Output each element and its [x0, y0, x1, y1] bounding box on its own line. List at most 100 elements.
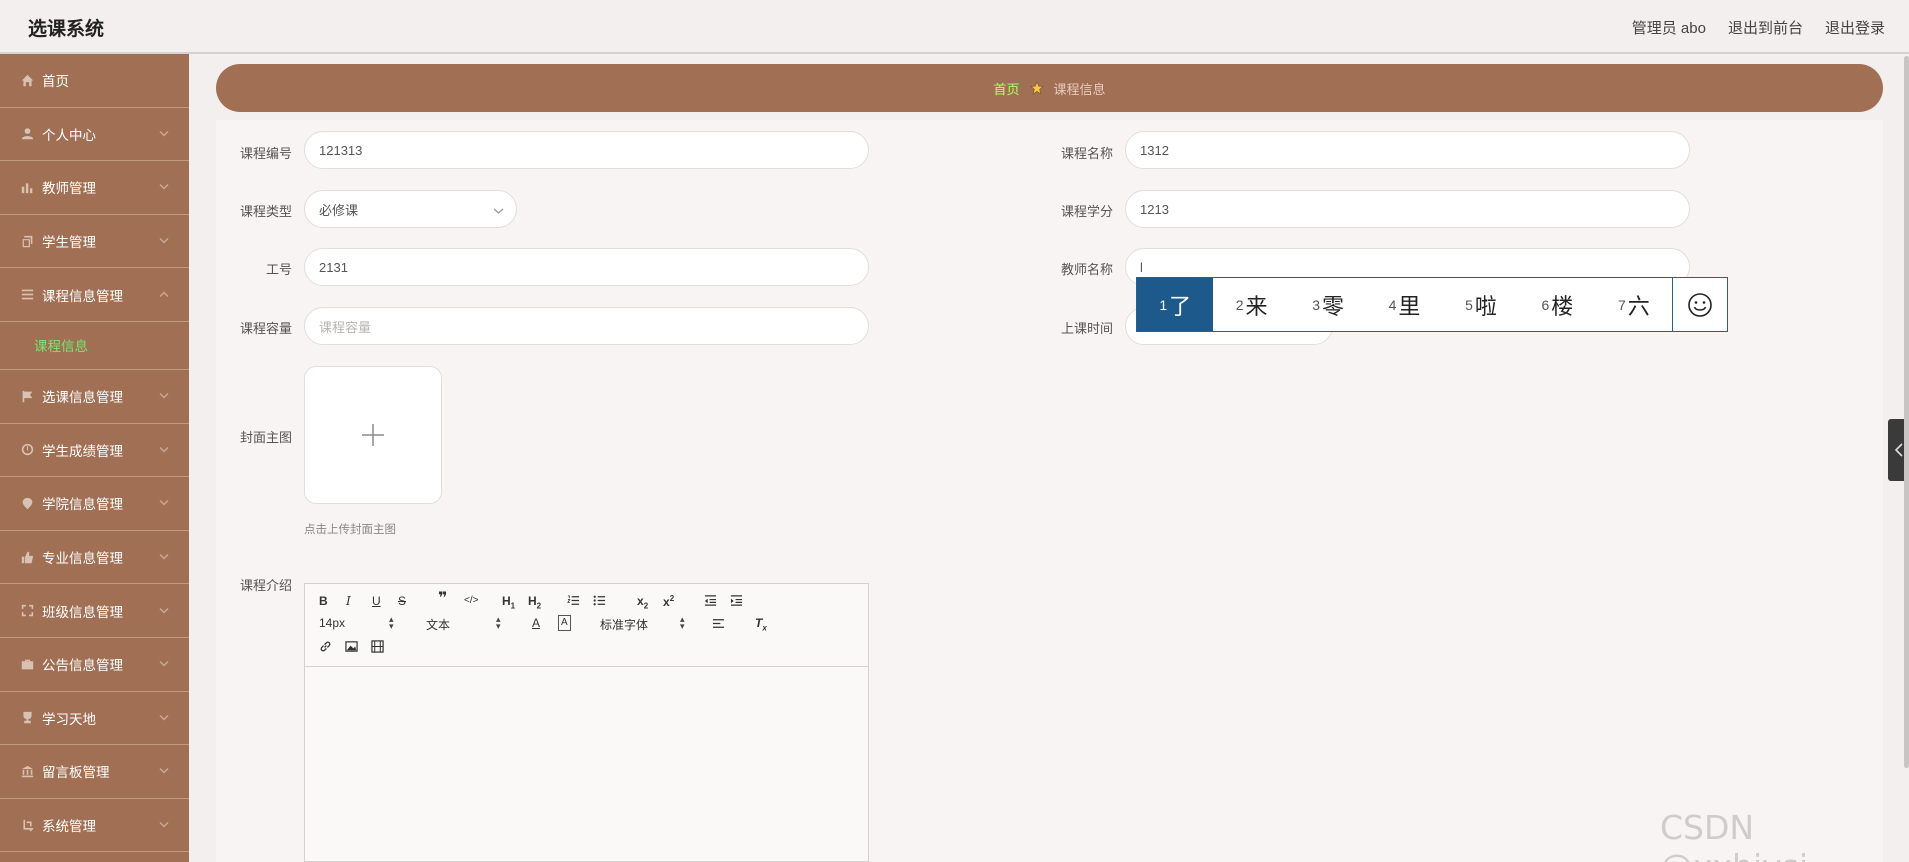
class-time-label: 上课时间	[1060, 321, 1113, 336]
bold-icon[interactable]: B	[319, 594, 328, 608]
heading2-icon[interactable]: H2	[528, 594, 541, 613]
sidebar-item-teacher-management[interactable]: 教师管理	[0, 161, 189, 215]
location-icon	[20, 496, 34, 510]
emoji-icon[interactable]	[1672, 278, 1727, 331]
font-family-value: 标准字体	[600, 618, 649, 632]
admin-user-label[interactable]: 管理员 abo	[1632, 17, 1706, 38]
sidebar-item-label: 班级信息管理	[42, 604, 123, 620]
course-name-label: 课程名称	[1060, 146, 1113, 161]
font-size-select[interactable]: 14px ▴ ▾	[319, 614, 399, 631]
sidebar-item-selection-management[interactable]: 选课信息管理	[0, 370, 189, 424]
font-size-value: 14px	[319, 616, 346, 630]
copy-icon	[20, 234, 34, 248]
sidebar-item-label: 课程信息管理	[42, 288, 123, 304]
sidebar-subitem-course-info[interactable]: 课程信息	[0, 322, 189, 370]
sidebar-item-college-management[interactable]: 学院信息管理	[0, 477, 189, 531]
cover-upload-button[interactable]	[304, 366, 442, 504]
indent-icon[interactable]	[730, 594, 743, 610]
course-type-label: 课程类型	[239, 204, 292, 219]
flag-icon	[20, 389, 34, 403]
sidebar-item-label: 首页	[42, 74, 69, 90]
course-type-select[interactable]: 必修课	[304, 190, 517, 228]
sidebar-item-label: 教师管理	[42, 181, 96, 197]
italic-icon[interactable]: I	[346, 594, 351, 608]
top-bar: 选课系统 管理员 abo 退出到前台 退出登录	[0, 0, 1909, 54]
background-color-icon[interactable]: A	[558, 615, 571, 631]
bullet-list-icon[interactable]	[593, 594, 606, 610]
sidebar-item-message-board[interactable]: 留言板管理	[0, 745, 189, 799]
ime-candidate[interactable]: 4里	[1366, 278, 1442, 331]
block-type-select[interactable]: 文本 ▴ ▾	[426, 615, 506, 633]
thumb-icon	[20, 550, 34, 564]
link-icon[interactable]	[319, 640, 332, 656]
quote-icon[interactable]: ❞	[438, 591, 447, 607]
editor-toolbar: B I U S ❞ </> H1 H2 x2 x2 14px ▴ ▾ 文本 ▴ ▾ …	[305, 584, 868, 667]
sidebar-item-student-management[interactable]: 学生管理	[0, 215, 189, 269]
clear-format-icon[interactable]: Tx	[755, 616, 767, 635]
superscript-icon[interactable]: x2	[663, 592, 674, 609]
capacity-input[interactable]: 课程容量	[304, 307, 869, 345]
chevron-down-icon	[159, 389, 169, 404]
font-color-icon[interactable]: A	[532, 616, 540, 630]
heading1-icon[interactable]: H1	[502, 594, 515, 613]
updown-icon: ▴ ▾	[389, 614, 394, 631]
logout-link[interactable]: 退出登录	[1825, 17, 1885, 38]
star-icon	[1029, 81, 1044, 95]
sidebar-item-major-management[interactable]: 专业信息管理	[0, 531, 189, 585]
course-name-input[interactable]: 1312	[1125, 131, 1690, 169]
top-actions: 管理员 abo 退出到前台 退出登录	[1632, 17, 1885, 38]
sidebar-item-label: 选课信息管理	[42, 390, 123, 406]
updown-icon: ▴ ▾	[680, 614, 685, 631]
sidebar-item-class-management[interactable]: 班级信息管理	[0, 584, 189, 638]
sidebar-item-personal-center[interactable]: 个人中心	[0, 108, 189, 162]
teacher-no-label: 工号	[265, 262, 292, 277]
video-icon[interactable]	[371, 640, 384, 656]
breadcrumb: 首页 课程信息	[216, 64, 1883, 112]
capacity-label: 课程容量	[239, 321, 292, 336]
briefcase-icon	[20, 657, 34, 671]
fullscreen-icon	[20, 604, 34, 618]
underline-icon[interactable]: U	[372, 594, 381, 608]
sidebar-item-label: 学院信息管理	[42, 497, 123, 513]
align-icon[interactable]	[712, 617, 725, 633]
ime-candidate[interactable]: 1了	[1137, 278, 1214, 331]
sidebar-item-score-management[interactable]: 学生成绩管理	[0, 424, 189, 478]
ime-candidate[interactable]: 5啦	[1443, 278, 1519, 331]
teacher-name-label: 教师名称	[1060, 262, 1113, 277]
ime-candidate[interactable]: 3零	[1290, 278, 1366, 331]
bar-chart-icon	[20, 180, 34, 194]
breadcrumb-home[interactable]: 首页	[993, 79, 1019, 98]
sidebar-item-course-info-management[interactable]: 课程信息管理	[0, 268, 189, 322]
watermark: CSDN @xxbiysj	[1660, 808, 1808, 862]
sidebar: 首页 个人中心 教师管理 学生管理 课程信息管理 课程信息 选课信息管理 学生成…	[0, 54, 189, 862]
scrollbar[interactable]	[1904, 56, 1909, 768]
chevron-down-icon	[159, 657, 169, 672]
teacher-no-input[interactable]: 2131	[304, 248, 869, 286]
code-icon[interactable]: </>	[464, 594, 478, 608]
strike-icon[interactable]: S	[398, 594, 406, 608]
font-family-select[interactable]: 标准字体 ▴ ▾	[600, 614, 690, 633]
ime-candidate[interactable]: 2来	[1213, 278, 1289, 331]
home-icon	[20, 73, 34, 87]
sidebar-item-home[interactable]: 首页	[0, 54, 189, 108]
sidebar-item-label: 个人中心	[42, 127, 96, 143]
outdent-icon[interactable]	[704, 594, 717, 610]
image-icon[interactable]	[345, 640, 358, 656]
sidebar-item-system-management[interactable]: 系统管理	[0, 799, 189, 853]
chevron-down-icon	[159, 710, 169, 725]
ime-candidate[interactable]: 6楼	[1519, 278, 1595, 331]
rich-text-editor: B I U S ❞ </> H1 H2 x2 x2 14px ▴ ▾ 文本 ▴ ▾ …	[304, 583, 869, 862]
ime-candidate-popup: 1了 2来 3零 4里 5啦 6楼 7六	[1136, 277, 1728, 332]
chevron-down-icon	[159, 126, 169, 141]
course-credit-input[interactable]: 1213	[1125, 190, 1690, 228]
ime-candidate[interactable]: 7六	[1596, 278, 1672, 331]
subscript-icon[interactable]: x2	[637, 594, 648, 613]
chevron-down-icon	[159, 550, 169, 565]
sidebar-item-notice-management[interactable]: 公告信息管理	[0, 638, 189, 692]
exit-to-front-link[interactable]: 退出到前台	[1728, 17, 1803, 38]
chevron-down-icon	[159, 764, 169, 779]
chevron-down-icon	[159, 180, 169, 195]
course-no-input[interactable]: 121313	[304, 131, 869, 169]
ordered-list-icon[interactable]	[567, 594, 580, 610]
sidebar-item-study-world[interactable]: 学习天地	[0, 692, 189, 746]
